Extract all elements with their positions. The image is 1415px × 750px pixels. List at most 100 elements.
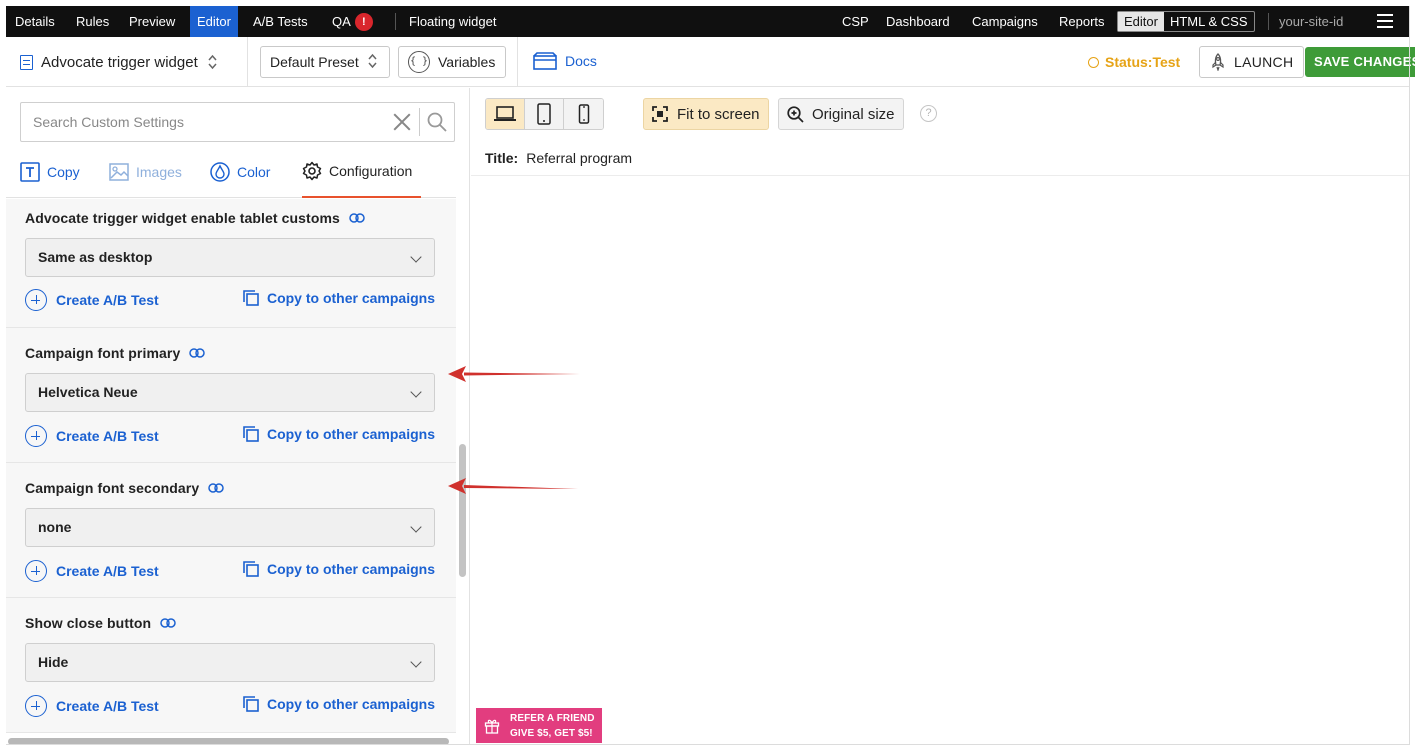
nav-rules[interactable]: Rules (76, 6, 109, 37)
settings-tabs: Copy Images Color Configuration (6, 146, 456, 198)
annotation-arrow-icon (448, 366, 580, 382)
device-switcher (485, 98, 604, 130)
refer-line-2: GIVE $5, GET $5! (510, 727, 593, 739)
search-input[interactable]: Search Custom Settings (21, 114, 391, 130)
nav-qa[interactable]: QA! (332, 6, 373, 37)
link-icon[interactable] (208, 482, 224, 494)
gear-icon (302, 161, 322, 181)
nav-campaigns[interactable]: Campaigns (972, 6, 1038, 37)
preset-selector[interactable]: Default Preset (260, 46, 390, 78)
create-ab-test-button[interactable]: Create A/B Test (25, 289, 159, 311)
nav-details[interactable]: Details (15, 6, 55, 37)
variables-button[interactable]: { } Variables (398, 46, 506, 78)
fit-to-screen-button[interactable]: Fit to screen (643, 98, 769, 130)
custom-settings-panel: Search Custom Settings Copy Images Color… (6, 88, 470, 744)
tab-configuration[interactable]: Configuration (302, 146, 421, 198)
create-ab-test-button[interactable]: Create A/B Test (25, 425, 159, 447)
link-icon[interactable] (349, 212, 365, 224)
nav-editor[interactable]: Editor (190, 6, 238, 37)
annotation-arrow-icon (448, 478, 578, 494)
toolbar-divider (247, 37, 248, 87)
laptop-icon[interactable] (486, 99, 525, 129)
chevron-down-icon (410, 251, 422, 263)
copy-icon (243, 426, 259, 442)
chevron-down-icon (410, 521, 422, 533)
chevron-down-icon (410, 656, 422, 668)
create-ab-test-label: Create A/B Test (56, 698, 159, 714)
vertical-scrollbar[interactable] (459, 444, 466, 577)
status-circle-icon (1088, 56, 1099, 68)
mode-toggle: Editor HTML & CSS (1117, 11, 1255, 32)
tablet-icon[interactable] (525, 99, 564, 129)
plus-circle-icon (25, 695, 47, 717)
copy-to-campaigns-button[interactable]: Copy to other campaigns (243, 561, 435, 577)
setting-label: Show close button (25, 615, 176, 631)
toolbar-divider (517, 37, 518, 87)
copy-to-campaigns-button[interactable]: Copy to other campaigns (243, 290, 435, 306)
copy-to-campaigns-button[interactable]: Copy to other campaigns (243, 696, 435, 712)
setting-actions: Create A/B Test Copy to other campaigns (25, 425, 435, 449)
widget-selector[interactable]: Advocate trigger widget (20, 50, 217, 74)
setting-show-close-button: Show close button Hide Create A/B Test C… (6, 598, 456, 733)
copy-to-campaigns-label: Copy to other campaigns (266, 561, 435, 577)
create-ab-test-label: Create A/B Test (56, 428, 159, 444)
dropdown-value: Hide (38, 654, 69, 670)
setting-actions: Create A/B Test Copy to other campaigns (25, 695, 435, 719)
nav-ab-tests[interactable]: A/B Tests (253, 6, 308, 37)
up-down-chevron-icon (368, 53, 377, 72)
status-value: Test (1152, 54, 1181, 70)
setting-dropdown[interactable]: none (25, 508, 435, 547)
link-icon[interactable] (189, 347, 206, 359)
mode-html-css[interactable]: HTML & CSS (1164, 12, 1254, 31)
setting-font-secondary: Campaign font secondary none Create A/B … (6, 463, 456, 598)
create-ab-test-button[interactable]: Create A/B Test (25, 695, 159, 717)
setting-label: Advocate trigger widget enable tablet cu… (25, 210, 365, 226)
create-ab-test-button[interactable]: Create A/B Test (25, 560, 159, 582)
copy-to-campaigns-button[interactable]: Copy to other campaigns (243, 426, 435, 442)
editor-toolbar: Advocate trigger widget Default Preset {… (6, 37, 1415, 87)
gift-icon (484, 719, 500, 734)
copy-to-campaigns-label: Copy to other campaigns (266, 290, 435, 306)
original-size-button[interactable]: Original size (778, 98, 904, 130)
refer-a-friend-widget[interactable]: REFER A FRIEND GIVE $5, GET $5! (476, 708, 602, 743)
tab-copy[interactable]: Copy (20, 146, 80, 198)
launch-label: LAUNCH (1234, 54, 1294, 70)
setting-label: Campaign font secondary (25, 480, 224, 496)
top-nav-bar: Details Rules Preview Editor A/B Tests Q… (6, 6, 1409, 37)
mode-editor[interactable]: Editor (1118, 12, 1164, 31)
create-ab-test-label: Create A/B Test (56, 292, 159, 308)
preview-area: Fit to screen Original size ? Title: Refe… (471, 88, 1409, 744)
setting-dropdown[interactable]: Hide (25, 643, 435, 682)
nav-dashboard[interactable]: Dashboard (886, 6, 950, 37)
setting-actions: Create A/B Test Copy to other campaigns (25, 289, 435, 313)
dropdown-value: Helvetica Neue (38, 384, 138, 400)
docs-link[interactable]: Docs (533, 52, 597, 70)
clear-icon[interactable] (391, 111, 413, 133)
tab-images-label: Images (136, 164, 182, 180)
hamburger-icon[interactable] (1377, 14, 1393, 28)
setting-dropdown[interactable]: Helvetica Neue (25, 373, 435, 412)
link-icon[interactable] (160, 617, 176, 629)
docs-label: Docs (565, 53, 597, 69)
setting-font-primary: Campaign font primary Helvetica Neue Cre… (6, 328, 456, 463)
setting-dropdown[interactable]: Same as desktop (25, 238, 435, 277)
fit-to-screen-label: Fit to screen (677, 105, 760, 123)
settings-search[interactable]: Search Custom Settings (20, 102, 455, 142)
phone-icon[interactable] (564, 99, 603, 129)
save-changes-button[interactable]: SAVE CHANGES (1305, 47, 1415, 77)
tab-color[interactable]: Color (210, 146, 270, 198)
image-icon (109, 162, 129, 182)
plus-circle-icon (25, 425, 47, 447)
preset-label: Default Preset (270, 54, 359, 70)
plus-circle-icon (25, 560, 47, 582)
nav-preview[interactable]: Preview (129, 6, 175, 37)
tab-images[interactable]: Images (109, 146, 182, 198)
search-icon[interactable] (420, 103, 454, 141)
help-icon[interactable]: ? (920, 105, 937, 122)
nav-csp[interactable]: CSP (842, 6, 869, 37)
setting-label-text: Show close button (25, 615, 152, 631)
context-label: Floating widget (409, 14, 497, 29)
launch-button[interactable]: LAUNCH (1199, 46, 1305, 78)
rocket-icon (1212, 53, 1224, 71)
nav-reports[interactable]: Reports (1059, 6, 1105, 37)
